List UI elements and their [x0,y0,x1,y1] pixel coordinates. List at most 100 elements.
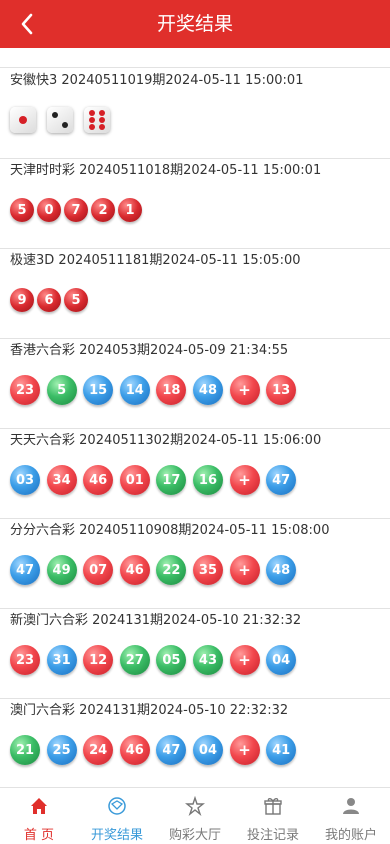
number-ball: 13 [266,375,297,405]
plus-separator: + [229,465,260,495]
issue-number: 20240511018期 [75,163,184,178]
number-row: 50721 [10,195,390,225]
number-ball: 17 [156,465,187,495]
result-title: 天天六合彩 20240511302期2024-05-11 15:06:00 [10,432,390,450]
plus-separator: + [229,375,260,405]
tab-award[interactable]: 开奖结果 [78,788,156,844]
issue-number: 202405110908期 [75,523,192,538]
page-title: 开奖结果 [156,13,233,35]
number-ball: 27 [119,645,150,675]
number-ball: 01 [119,465,150,495]
result-item[interactable]: 安徽快3 20240511019期2024-05-11 15:00:01 [0,69,390,159]
tab-label: 首 页 [23,828,55,843]
dice-6-icon [84,107,110,133]
issue-number: 20240511181期 [54,253,163,268]
bottom-tab-bar: 首 页 开奖结果 购彩大厅 投注记录 我的账户 [0,787,390,844]
number-ball: 43 [192,645,223,675]
draw-time: 2024-05-11 15:00:01 [183,163,322,178]
number-ball: 46 [119,555,150,585]
plus-separator: + [229,555,260,585]
result-item[interactable]: 极速3D 20240511181期2024-05-11 15:05:00 9 6 5 [0,249,390,339]
number-ball: 23 [10,645,40,675]
lottery-name: 极速3D [10,253,55,268]
result-item[interactable]: 新澳门六合彩 2024131期2024-05-10 21:32:32 23 31 12… [0,609,390,699]
number-ball: 15 [83,375,114,405]
number-row: 03 34 46 01 17 16 +47 [10,465,390,495]
tab-label: 开奖结果 [90,828,143,843]
number-row: 23 31 12 27 05 43 +04 [10,645,390,675]
number-row [10,105,390,135]
number-ball: 04 [266,645,297,675]
issue-number: 20240511019期 [57,73,166,88]
lobby-icon [185,795,205,820]
tab-gift[interactable]: 投注记录 [234,788,312,844]
dice-1-icon [10,107,36,133]
tab-lobby[interactable]: 购彩大厅 [156,788,234,844]
number-ball: 24 [83,735,114,765]
draw-time: 2024-05-10 22:32:32 [150,703,289,718]
issue-number: 2024053期 [75,343,151,358]
top-spacer [0,48,390,68]
draw-time: 2024-05-09 21:34:55 [150,343,289,358]
number-ball: 46 [119,735,150,765]
draw-time: 2024-05-11 15:08:00 [191,523,330,538]
lottery-name: 安徽快3 [10,73,58,88]
number-ball: 25 [46,735,77,765]
result-list: 安徽快3 20240511019期2024-05-11 15:00:01 天津时时… [0,69,390,789]
number-ball: 34 [46,465,77,495]
issue-number: 20240511302期 [75,433,184,448]
draw-time: 2024-05-11 15:05:00 [162,253,301,268]
number-ball: 48 [192,375,223,405]
result-item[interactable]: 天津时时彩 20240511018期2024-05-11 15:00:01 5 0 7… [0,159,390,249]
number-ball: 03 [10,465,40,495]
header-bar: 开奖结果 [0,0,390,48]
result-item[interactable]: 分分六合彩 202405110908期2024-05-11 15:08:00 47… [0,519,390,609]
tab-home[interactable]: 首 页 [0,788,78,844]
number-ball: 6 [37,288,61,312]
result-title: 安徽快3 20240511019期2024-05-11 15:00:01 [10,72,390,90]
number-ball: 41 [266,735,297,765]
tab-label: 投注记录 [246,828,299,843]
number-ball: 35 [192,555,223,585]
number-ball: 47 [10,555,40,585]
number-row: 23 5 15 14 18 48 +13 [10,375,390,405]
number-ball: 5 [46,375,77,405]
number-ball: 07 [83,555,114,585]
number-row: 21 25 24 46 47 04 +41 [10,735,390,765]
number-ball: 9 [10,288,34,312]
number-ball: 22 [156,555,187,585]
number-ball: 23 [10,375,40,405]
draw-time: 2024-05-11 15:00:01 [165,73,304,88]
number-ball: 47 [266,465,297,495]
result-title: 分分六合彩 202405110908期2024-05-11 15:08:00 [10,522,390,540]
number-ball: 14 [119,375,150,405]
number-ball: 2 [91,198,115,222]
dice-2-icon [47,107,73,133]
number-ball: 7 [64,198,88,222]
award-icon [107,796,127,820]
user-icon [341,796,361,820]
number-ball: 49 [46,555,77,585]
issue-number: 2024131期 [88,613,164,628]
home-icon [29,796,49,820]
tab-user[interactable]: 我的账户 [312,788,390,844]
number-ball: 1 [118,198,142,222]
tab-label: 购彩大厅 [168,828,221,843]
draw-time: 2024-05-11 15:06:00 [183,433,322,448]
number-ball: 21 [10,735,40,765]
lottery-name: 天津时时彩 [10,163,76,178]
result-item[interactable]: 澳门六合彩 2024131期2024-05-10 22:32:32 21 25 24 4… [0,699,390,789]
result-title: 新澳门六合彩 2024131期2024-05-10 21:32:32 [10,612,390,630]
number-ball: 48 [266,555,297,585]
result-item[interactable]: 天天六合彩 20240511302期2024-05-11 15:06:00 03 3… [0,429,390,519]
result-item[interactable]: 香港六合彩 2024053期2024-05-09 21:34:55 23 5 15 14… [0,339,390,429]
plus-separator: + [229,645,260,675]
number-ball: 5 [10,198,34,222]
number-ball: 46 [83,465,114,495]
number-ball: 12 [83,645,114,675]
number-ball: 5 [64,288,88,312]
number-ball: 05 [156,645,187,675]
number-ball: 16 [192,465,223,495]
number-ball: 0 [37,198,61,222]
result-title: 澳门六合彩 2024131期2024-05-10 22:32:32 [10,702,390,720]
